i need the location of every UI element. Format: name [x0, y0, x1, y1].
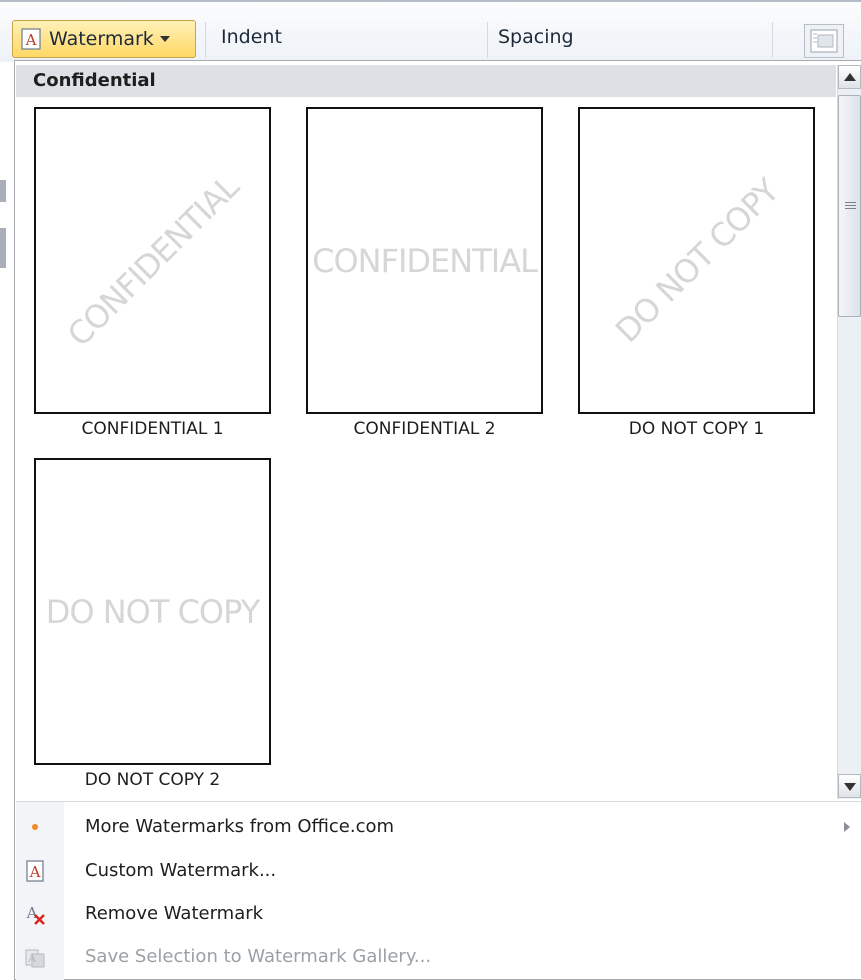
- menu-item-label: More Watermarks from Office.com: [85, 816, 395, 837]
- grip-line: [845, 208, 856, 209]
- ribbon-separator: [772, 22, 773, 58]
- more-watermarks-menu-item[interactable]: More Watermarks from Office.com: [16, 808, 861, 846]
- custom-watermark-icon: A: [26, 860, 44, 882]
- ribbon-bar: A Watermark Indent Spacing: [0, 0, 861, 62]
- gallery-item-caption: CONFIDENTIAL 2: [353, 419, 496, 439]
- watermark-preview-page: CONFIDENTIAL: [306, 107, 543, 414]
- grip-line: [845, 205, 856, 206]
- watermark-preview-text: DO NOT COPY: [607, 171, 786, 350]
- watermark-gallery-dropdown: Confidential CONFIDENTIAL CONFIDENTIAL 1…: [14, 60, 861, 980]
- remove-watermark-menu-item[interactable]: A Remove Watermark: [16, 895, 861, 933]
- watermark-preview-page: CONFIDENTIAL: [34, 107, 271, 414]
- page-setup-icon[interactable]: [804, 24, 844, 58]
- watermark-button-label: Watermark: [49, 28, 154, 50]
- svg-text:A: A: [26, 904, 38, 922]
- watermark-dropdown-button[interactable]: A Watermark: [12, 20, 196, 58]
- grip-line: [845, 202, 856, 203]
- save-gallery-icon: A: [25, 949, 45, 968]
- watermark-preview-text: DO NOT COPY: [45, 592, 261, 631]
- indent-group-label: Indent: [221, 26, 282, 48]
- chevron-down-icon: [159, 36, 170, 42]
- ribbon-separator: [205, 22, 206, 58]
- scroll-down-button[interactable]: [838, 774, 861, 798]
- ribbon-separator: [487, 22, 488, 58]
- svg-text:A: A: [25, 31, 37, 49]
- spacing-group-label: Spacing: [498, 26, 574, 48]
- gallery-item-caption: DO NOT COPY 1: [628, 419, 765, 439]
- gallery-category-header: Confidential: [16, 65, 836, 97]
- watermark-preview-page: DO NOT COPY: [34, 458, 271, 765]
- bullet-dot-icon: [32, 824, 38, 830]
- watermark-preview-page: DO NOT COPY: [578, 107, 815, 414]
- chevron-right-icon: [844, 822, 850, 832]
- menu-divider: [16, 801, 861, 802]
- svg-text:A: A: [27, 952, 37, 965]
- menu-item-label: Custom Watermark...: [85, 860, 277, 881]
- menu-item-label: Save Selection to Watermark Gallery...: [85, 946, 432, 967]
- gallery-item-caption: DO NOT COPY 2: [84, 770, 221, 790]
- arrow-up-icon: [844, 73, 856, 81]
- watermark-icon: A: [21, 28, 41, 50]
- picture-icon: [810, 29, 838, 53]
- menu-item-label: Remove Watermark: [85, 903, 264, 924]
- watermark-preview-text: CONFIDENTIAL: [312, 241, 538, 280]
- gallery-scrollbar[interactable]: [837, 65, 861, 799]
- scrollbar-thumb[interactable]: [838, 95, 861, 317]
- background-fragment: [0, 228, 6, 268]
- background-fragment: [0, 180, 6, 202]
- save-selection-menu-item[interactable]: A Save Selection to Watermark Gallery...: [16, 938, 861, 976]
- arrow-down-icon: [844, 783, 856, 791]
- scroll-up-button[interactable]: [838, 65, 861, 89]
- svg-text:A: A: [29, 863, 41, 881]
- remove-watermark-icon: A: [26, 904, 45, 925]
- gallery-item-caption: CONFIDENTIAL 1: [81, 419, 224, 439]
- watermark-preview-text: CONFIDENTIAL: [59, 167, 246, 354]
- custom-watermark-menu-item[interactable]: A Custom Watermark...: [16, 852, 861, 890]
